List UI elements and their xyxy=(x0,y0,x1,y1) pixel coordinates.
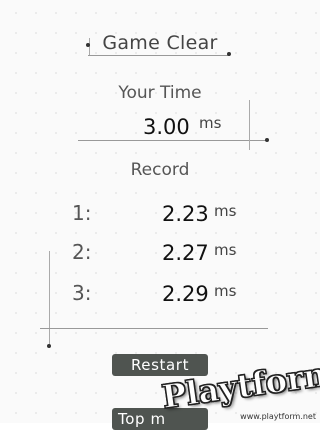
your-time-unit: ms xyxy=(199,114,222,132)
record-value-2: 2.27 xyxy=(162,241,209,265)
your-time-rule xyxy=(78,140,268,141)
record-value-3: 2.29 xyxy=(162,282,209,306)
record-rule xyxy=(40,328,268,329)
game-clear-title: Game Clear xyxy=(102,32,218,54)
your-time-label: Your Time xyxy=(118,83,202,103)
record-rank-3: 3: xyxy=(72,281,92,305)
your-time-value: 3.00 xyxy=(143,115,190,139)
title-dot-left xyxy=(86,43,90,47)
your-time-vertical-line xyxy=(249,100,250,150)
playtform-watermark: Playtform www.playtform.net xyxy=(159,353,320,423)
record-rank-1: 1: xyxy=(72,201,92,225)
record-rank-2: 2: xyxy=(72,240,92,264)
record-dot xyxy=(47,344,51,348)
record-unit-1: ms xyxy=(214,202,237,220)
record-unit-3: ms xyxy=(214,282,237,300)
title-underline xyxy=(88,55,230,56)
record-label: Record xyxy=(130,160,190,180)
title-dot-right xyxy=(227,52,231,56)
playtform-url: www.playtform.net xyxy=(240,412,316,421)
record-unit-2: ms xyxy=(214,241,237,259)
record-value-1: 2.23 xyxy=(162,202,209,226)
record-vertical-line xyxy=(49,251,50,348)
your-time-dot xyxy=(265,138,269,142)
